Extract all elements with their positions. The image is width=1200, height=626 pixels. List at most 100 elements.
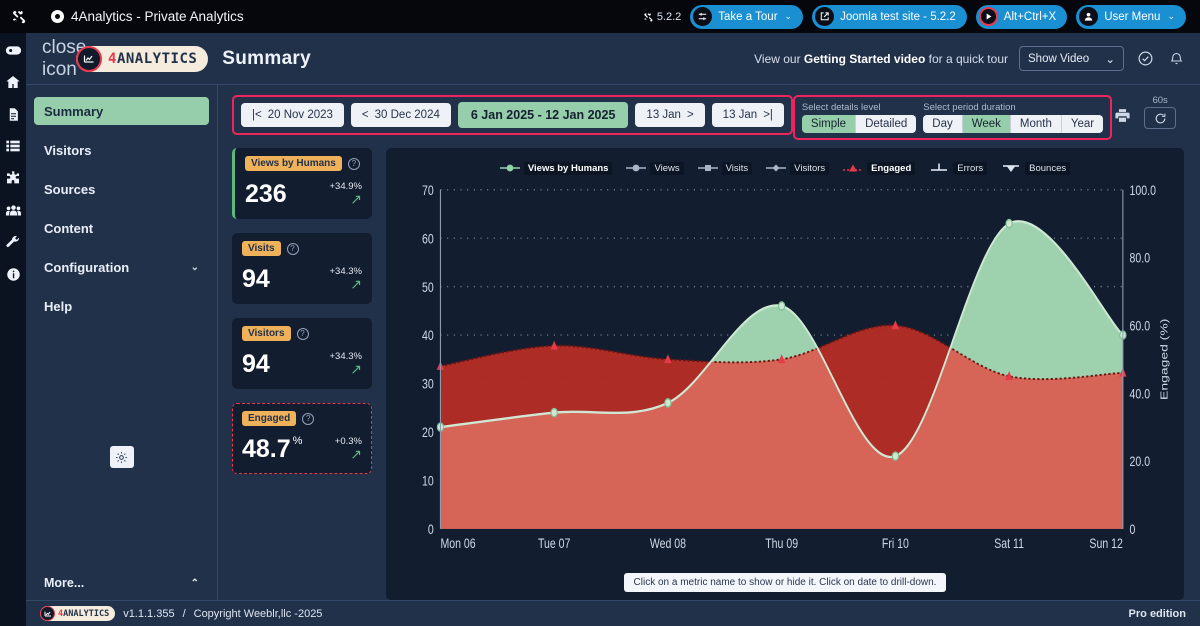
brand-four: 4: [108, 50, 117, 67]
metric-tag: Visits: [242, 241, 281, 256]
legend-item-engaged[interactable]: Engaged: [843, 161, 916, 175]
period-duration-year[interactable]: Year: [1061, 115, 1104, 133]
rail-home-icon[interactable]: [4, 73, 22, 91]
footer-brand-name: 4ANALYTICS: [58, 609, 109, 619]
chevron-down-icon: ⌄: [1105, 53, 1115, 66]
last-period-button[interactable]: 13 Jan >|: [711, 103, 784, 127]
printer-icon[interactable]: [1112, 105, 1132, 125]
take-a-tour-label: Take a Tour: [718, 10, 778, 23]
legend-item-errors[interactable]: Errors: [929, 161, 988, 175]
first-period-button[interactable]: |< 20 Nov 2023: [241, 103, 344, 127]
sidebar-item-visitors[interactable]: Visitors: [34, 136, 209, 164]
legend-item-bounces[interactable]: Bounces: [1001, 161, 1071, 175]
chart-mark-icon: [40, 606, 55, 621]
period-duration-month[interactable]: Month: [1010, 115, 1062, 133]
legend-label: Visits: [721, 161, 753, 175]
site-preview-button[interactable]: Joomla test site - 5.2.2: [812, 4, 967, 29]
rail-help-icon[interactable]: [4, 265, 22, 283]
footer-separator: /: [182, 607, 186, 620]
footer-copyright: Copyright Weeblr,llc -2025: [193, 607, 323, 620]
metric-card-visits[interactable]: Visits ? 94 +34.3% ↗: [232, 233, 372, 304]
rail-toggle-icon[interactable]: [4, 41, 22, 59]
rail-users-icon[interactable]: [4, 201, 22, 219]
user-menu-button[interactable]: User Menu ⌄: [1076, 4, 1186, 29]
metric-card-engaged[interactable]: Engaged ? 48.7 % +0.3% ↗: [232, 403, 372, 474]
details-level-detailed[interactable]: Detailed: [856, 115, 917, 133]
metric-unit: %: [292, 435, 303, 447]
help-icon[interactable]: ?: [302, 412, 315, 425]
help-icon[interactable]: ?: [286, 242, 299, 255]
card-body: 94 +34.3% ↗: [242, 262, 362, 292]
shortcut-button[interactable]: Alt+Ctrl+X: [975, 4, 1068, 29]
last-period-label: 13 Jan: [722, 109, 758, 121]
external-link-icon: [815, 7, 835, 26]
legend-item-views-by-humans[interactable]: Views by Humans: [499, 161, 613, 175]
legend-marker-icon: [843, 163, 864, 173]
period-duration-week[interactable]: Week: [962, 115, 1011, 133]
previous-period-button[interactable]: < 30 Dec 2024: [350, 103, 451, 127]
rail-menus-icon[interactable]: [4, 137, 22, 155]
svg-text:Mon 06: Mon 06: [440, 536, 475, 552]
trend-up-icon: ↗: [350, 446, 362, 462]
card-body: 48.7 % +0.3% ↗: [242, 432, 362, 462]
svg-text:Sat 11: Sat 11: [994, 536, 1024, 552]
sidebar-item-configuration[interactable]: Configuration ⌄: [34, 253, 209, 281]
next-period-button[interactable]: 13 Jan >: [635, 103, 705, 127]
footer-version: v1.1.1.355: [123, 607, 175, 620]
metric-value: 48.7: [242, 435, 291, 463]
metric-tag: Views by Humans: [245, 156, 342, 171]
metric-value: 94: [242, 350, 270, 378]
legend-item-visitors[interactable]: Visitors: [766, 161, 830, 175]
legend-item-visits[interactable]: Visits: [697, 161, 753, 175]
rail-components-icon[interactable]: [4, 169, 22, 187]
bell-icon[interactable]: [1166, 49, 1186, 69]
refresh-button[interactable]: [1144, 107, 1177, 129]
metric-card-views-by-humans[interactable]: Views by Humans ? 236 +34.9% ↗: [232, 148, 372, 219]
sidebar-item-label: Help: [44, 298, 73, 314]
metric-card-visitors[interactable]: Visitors ? 94 +34.3% ↗: [232, 318, 372, 389]
trend-up-icon: ↗: [350, 191, 362, 207]
sidebar-item-help[interactable]: Help: [34, 292, 209, 320]
trend-up-icon: ↗: [350, 276, 362, 292]
rail-system-icon[interactable]: [4, 233, 22, 251]
header-actions: View our Getting Started video for a qui…: [754, 46, 1186, 71]
chevron-up-icon: ⌃: [190, 577, 199, 589]
brightness-icon[interactable]: [109, 446, 134, 468]
show-video-select[interactable]: Show Video ⌄: [1019, 46, 1124, 71]
chart-mark-icon: [76, 45, 102, 72]
sidebar-more-button[interactable]: More... ⌃: [34, 566, 209, 600]
chart-plot[interactable]: 0 10 20 30 40 50 60 70 0 20.0 40.0 60.0 80.0 100.0 Eng…: [396, 178, 1174, 567]
sidebar-item-summary[interactable]: Summary: [34, 97, 209, 125]
check-circle-icon[interactable]: [1135, 49, 1155, 69]
promo-prefix: View our: [754, 51, 804, 66]
metric-delta: +34.9% ↗: [330, 177, 363, 207]
card-header: Views by Humans ?: [245, 156, 362, 171]
footer-brand-rest: ANALYTICS: [63, 608, 110, 619]
site-preview-label: Joomla test site - 5.2.2: [840, 10, 956, 23]
metric-value: 94: [242, 265, 270, 293]
take-a-tour-button[interactable]: Take a Tour ⌄: [690, 4, 804, 29]
rail-content-icon[interactable]: [4, 105, 22, 123]
sidebar-item-label: Content: [44, 220, 94, 236]
current-period-button[interactable]: 6 Jan 2025 - 12 Jan 2025: [457, 102, 629, 128]
chevron-down-icon: ⌄: [190, 261, 199, 273]
trend-up-icon: ↗: [350, 361, 362, 377]
sidebar-item-sources[interactable]: Sources: [34, 175, 209, 203]
help-icon[interactable]: ?: [296, 327, 309, 340]
svg-text:40.0: 40.0: [1130, 386, 1151, 402]
content-area: Views by Humans ? 236 +34.9% ↗ Visits ? …: [218, 146, 1200, 600]
help-icon[interactable]: ?: [347, 157, 360, 170]
current-period-label: 6 Jan 2025 - 12 Jan 2025: [470, 108, 616, 122]
sidebar-item-content[interactable]: Content: [34, 214, 209, 242]
main-panel: |< 20 Nov 2023 < 30 Dec 2024 6 Jan 2025 …: [218, 85, 1200, 600]
close-icon[interactable]: close-icon: [42, 37, 93, 81]
svg-text:70: 70: [422, 182, 434, 198]
chart-hint: Click on a metric name to show or hide i…: [623, 573, 947, 592]
details-level-simple[interactable]: Simple: [801, 115, 857, 133]
legend-item-views[interactable]: Views: [626, 161, 684, 175]
admin-icon-rail: [0, 33, 26, 626]
app-sidebar: Summary Visitors Sources Content Configu…: [26, 85, 218, 600]
joomla-logo-icon[interactable]: [10, 8, 27, 25]
period-duration-day[interactable]: Day: [923, 115, 963, 133]
period-duration-segmented: Day Week Month Year: [923, 115, 1104, 133]
